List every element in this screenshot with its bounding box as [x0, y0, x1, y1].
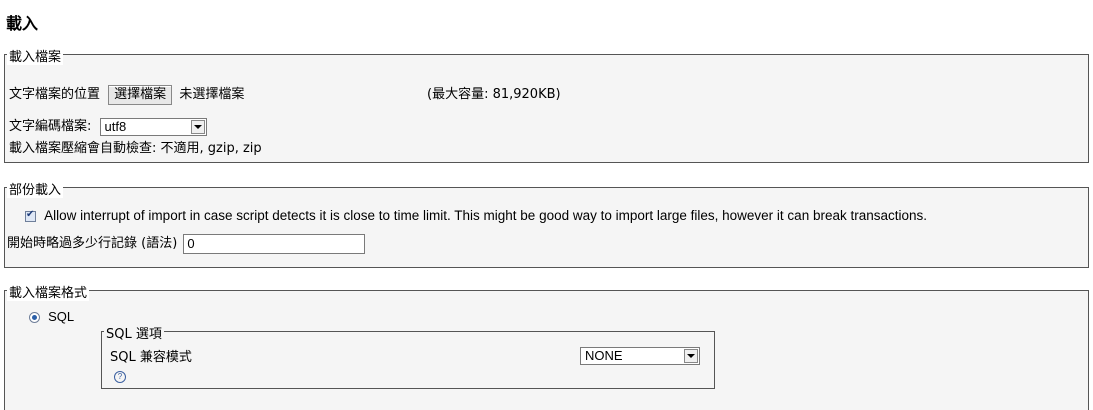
sql-compat-select[interactable]: NONE	[580, 347, 700, 365]
sql-compat-value: NONE	[585, 348, 623, 363]
partial-import-legend: 部份載入	[7, 179, 64, 198]
format-fieldset: 載入檔案格式 SQL SQL 選項 SQL 兼容模式 NONE ?	[4, 282, 1089, 410]
chevron-down-icon	[684, 349, 698, 363]
sql-format-label[interactable]: SQL	[48, 309, 74, 324]
allow-interrupt-checkbox[interactable]: ✔	[25, 209, 36, 222]
sql-options-legend: SQL 選項	[104, 323, 164, 342]
charset-select[interactable]: utf8	[99, 117, 207, 136]
sql-format-radio[interactable]	[29, 312, 40, 323]
skip-queries-input[interactable]: 0	[183, 233, 366, 254]
skip-queries-label: 開始時略過多少行記錄 (語法)	[7, 236, 178, 251]
max-size-text: (最大容量: 81,920KB)	[427, 87, 561, 102]
format-legend: 載入檔案格式	[7, 282, 90, 301]
file-fieldset: 載入檔案 文字檔案的位置 選擇檔案 未選擇檔案 (最大容量: 81,920KB)…	[4, 46, 1089, 163]
charset-value: utf8	[104, 118, 127, 134]
choose-file-button[interactable]: 選擇檔案	[108, 85, 173, 105]
chevron-down-icon	[190, 119, 205, 134]
partial-import-fieldset: 部份載入 ✔ Allow interrupt of import in case…	[4, 179, 1089, 268]
sql-compat-label: SQL 兼容模式	[110, 350, 192, 365]
page-title: 載入	[6, 14, 39, 33]
allow-interrupt-label[interactable]: Allow interrupt of import in case script…	[44, 208, 927, 223]
check-icon: ✔	[26, 209, 35, 220]
charset-label: 文字編碼檔案:	[9, 119, 92, 134]
no-file-chosen-text: 未選擇檔案	[179, 87, 245, 102]
file-legend: 載入檔案	[7, 46, 64, 65]
file-location-label: 文字檔案的位置	[9, 87, 101, 102]
compression-text: 載入檔案壓縮會自動檢查: 不適用, gzip, zip	[9, 141, 262, 156]
sql-options-fieldset: SQL 選項 SQL 兼容模式 NONE ?	[101, 323, 715, 389]
help-icon[interactable]: ?	[114, 371, 126, 383]
